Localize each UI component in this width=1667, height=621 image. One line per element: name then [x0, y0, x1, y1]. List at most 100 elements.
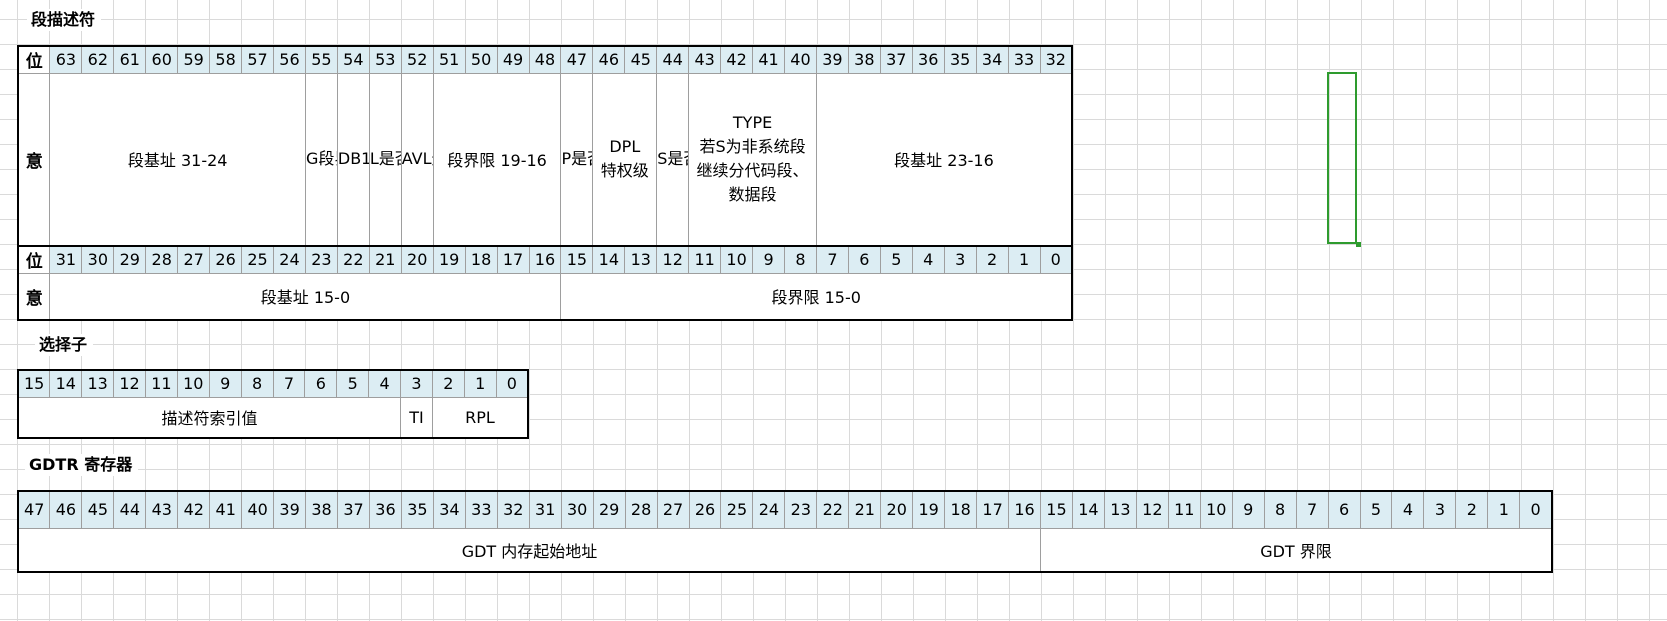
bit-number-cell[interactable]: 53 — [368, 45, 402, 74]
bit-number-cell[interactable]: 14 — [1071, 490, 1105, 529]
bit-number-cell[interactable]: 11 — [145, 369, 178, 398]
bit-number-cell[interactable]: 7 — [272, 369, 306, 398]
bit-number-cell[interactable]: 31 — [528, 490, 562, 529]
bit-number-cell[interactable]: 33 — [464, 490, 498, 529]
bit-number-cell[interactable]: 54 — [336, 45, 370, 74]
bit-number-cell[interactable]: 5 — [879, 245, 913, 274]
bit-number-cell[interactable]: 2 — [975, 245, 1009, 274]
bit-number-cell[interactable]: 41 — [209, 490, 243, 529]
db-flag-cell[interactable]: DB16位32位 — [336, 72, 370, 247]
type-cell[interactable]: TYPE 若S为非系统段 继续分代码段、 数据段 — [688, 72, 817, 247]
bit-number-cell[interactable]: 59 — [177, 45, 211, 74]
bit-number-cell[interactable]: 38 — [847, 45, 881, 74]
bit-number-cell[interactable]: 34 — [432, 490, 466, 529]
bit-number-cell[interactable]: 10 — [720, 245, 754, 274]
bit-number-cell[interactable]: 52 — [400, 45, 434, 74]
bit-number-cell[interactable]: 58 — [209, 45, 243, 74]
bit-number-cell[interactable]: 0 — [1039, 245, 1073, 274]
bit-row-label[interactable]: 位 — [17, 45, 51, 74]
bit-number-cell[interactable]: 10 — [1199, 490, 1233, 529]
bit-number-cell[interactable]: 4 — [911, 245, 945, 274]
bit-number-cell[interactable]: 1 — [1007, 245, 1041, 274]
bit-number-cell[interactable]: 21 — [848, 490, 882, 529]
bit-number-cell[interactable]: 1 — [1487, 490, 1521, 529]
bit-number-cell[interactable]: 6 — [304, 369, 338, 398]
bit-number-cell[interactable]: 19 — [912, 490, 946, 529]
bit-number-cell[interactable]: 25 — [720, 490, 754, 529]
gdt-base-address-cell[interactable]: GDT 内存起始地址 — [17, 527, 1041, 573]
bit-number-cell[interactable]: 23 — [784, 490, 818, 529]
bit-number-cell[interactable]: 24 — [273, 245, 306, 274]
limit-15-0-cell[interactable]: 段界限 15-0 — [560, 272, 1073, 321]
bit-number-cell[interactable]: 2 — [1455, 490, 1489, 529]
bit-number-cell[interactable]: 61 — [113, 45, 147, 74]
bit-number-cell[interactable]: 44 — [113, 490, 147, 529]
p-flag-cell[interactable]: P是否在内存 — [560, 72, 594, 247]
bit-number-cell[interactable]: 55 — [304, 45, 338, 74]
bit-number-cell[interactable]: 9 — [208, 369, 242, 398]
bit-number-cell[interactable]: 4 — [1391, 490, 1425, 529]
bit-number-cell[interactable]: 23 — [304, 245, 338, 274]
bit-number-cell[interactable]: 19 — [432, 245, 466, 274]
bit-number-cell[interactable]: 36 — [911, 45, 945, 74]
bit-number-cell[interactable]: 56 — [273, 45, 306, 74]
bit-number-cell[interactable]: 3 — [400, 369, 433, 398]
bit-number-cell[interactable]: 12 — [1135, 490, 1169, 529]
bit-number-cell[interactable]: 13 — [81, 369, 115, 398]
bit-number-cell[interactable]: 50 — [464, 45, 498, 74]
bit-number-cell[interactable]: 47 — [560, 45, 594, 74]
bit-number-cell[interactable]: 6 — [847, 245, 881, 274]
bit-number-cell[interactable]: 7 — [1295, 490, 1329, 529]
bit-number-cell[interactable]: 40 — [241, 490, 275, 529]
bit-number-cell[interactable]: 62 — [81, 45, 115, 74]
bit-number-cell[interactable]: 8 — [1263, 490, 1297, 529]
bit-number-cell[interactable]: 42 — [720, 45, 754, 74]
bit-number-cell[interactable]: 26 — [209, 245, 243, 274]
ti-cell[interactable]: TI — [400, 396, 433, 439]
bit-number-cell[interactable]: 1 — [463, 369, 497, 398]
bit-number-cell[interactable]: 39 — [815, 45, 849, 74]
bit-number-cell[interactable]: 16 — [528, 245, 562, 274]
bit-number-cell[interactable]: 18 — [944, 490, 978, 529]
bit-number-cell[interactable]: 10 — [176, 369, 210, 398]
bit-number-cell[interactable]: 22 — [816, 490, 850, 529]
bit-number-cell[interactable]: 20 — [400, 245, 434, 274]
selected-cell-outline[interactable] — [1327, 72, 1357, 244]
bit-number-cell[interactable]: 48 — [528, 45, 562, 74]
bit-number-cell[interactable]: 26 — [688, 490, 722, 529]
bit-number-cell[interactable]: 16 — [1008, 490, 1041, 529]
bit-number-cell[interactable]: 43 — [688, 45, 722, 74]
bit-number-cell[interactable]: 47 — [17, 490, 51, 529]
bit-number-cell[interactable]: 40 — [784, 45, 817, 74]
bit-number-cell[interactable]: 3 — [1423, 490, 1457, 529]
bit-number-cell[interactable]: 46 — [592, 45, 626, 74]
g-flag-cell[interactable]: G段界限粒度 — [304, 72, 338, 247]
bit-number-cell[interactable]: 13 — [624, 245, 658, 274]
bit-number-cell[interactable]: 9 — [752, 245, 785, 274]
bit-number-cell[interactable]: 15 — [1040, 490, 1073, 529]
bit-number-cell[interactable]: 35 — [943, 45, 977, 74]
bit-number-cell[interactable]: 30 — [560, 490, 594, 529]
bit-number-cell[interactable]: 39 — [273, 490, 307, 529]
bit-number-cell[interactable]: 33 — [1007, 45, 1041, 74]
s-flag-cell[interactable]: S是否为系统段 — [656, 72, 690, 247]
base-15-0-cell[interactable]: 段基址 15-0 — [49, 272, 562, 321]
bit-number-cell[interactable]: 15 — [560, 245, 594, 274]
bit-number-cell[interactable]: 27 — [177, 245, 211, 274]
bit-number-cell[interactable]: 14 — [49, 369, 83, 398]
bit-number-cell[interactable]: 13 — [1103, 490, 1137, 529]
dpl-cell[interactable]: DPL 特权级 — [592, 72, 658, 247]
bit-number-cell[interactable]: 2 — [431, 369, 465, 398]
rpl-cell[interactable]: RPL — [431, 396, 529, 439]
bit-number-cell[interactable]: 32 — [1039, 45, 1073, 74]
bit-number-cell[interactable]: 24 — [752, 490, 786, 529]
bit-number-cell[interactable]: 17 — [976, 490, 1010, 529]
bit-number-cell[interactable]: 4 — [368, 369, 401, 398]
bit-number-cell[interactable]: 11 — [688, 245, 722, 274]
bit-number-cell[interactable]: 29 — [113, 245, 147, 274]
l-flag-cell[interactable]: L是否64位 — [368, 72, 402, 247]
limit-19-16-cell[interactable]: 段界限 19-16 — [432, 72, 562, 247]
bit-number-cell[interactable]: 43 — [145, 490, 179, 529]
bit-number-cell[interactable]: 14 — [592, 245, 626, 274]
bit-number-cell[interactable]: 0 — [1519, 490, 1553, 529]
